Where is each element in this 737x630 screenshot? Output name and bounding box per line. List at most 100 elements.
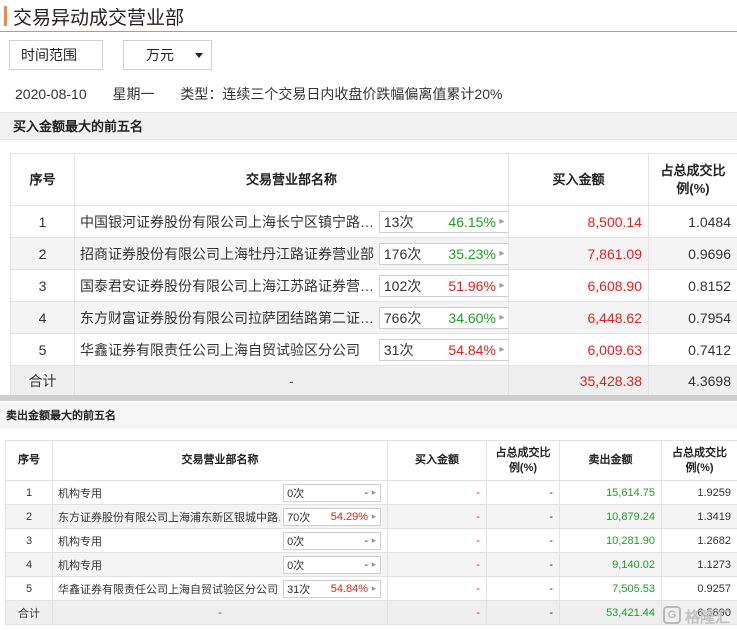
row-index: 3 — [10, 269, 75, 302]
trade-date: 2020-08-10 — [15, 86, 87, 102]
col-header-buy-amount: 买入金额 — [387, 440, 487, 481]
broker-stats-badge[interactable]: 13次 46.15% ▸ — [378, 210, 508, 233]
table-row[interactable]: 3 国泰君安证券股份有限公司上海江苏路证券营… 102次 51.96% ▸ 6,… — [10, 269, 737, 302]
broker-name[interactable]: 东方财富证券股份有限公司拉萨团结路第二证… — [80, 308, 375, 328]
row-index: 4 — [10, 301, 75, 334]
buy-ratio: 0.8152 — [648, 269, 737, 302]
chevron-right-icon: ▸ — [499, 312, 505, 323]
buy-amount: - — [387, 576, 487, 601]
table-row[interactable]: 4 机构专用 0次 - ▸ - - 9,140.02 1.1273 — [5, 552, 737, 577]
col-header-name: 交易营业部名称 — [52, 440, 388, 481]
buy-table: 序号 交易营业部名称 买入金额 占总成交比例(%) 1 中国银河证券股份有限公司… — [10, 153, 737, 396]
col-header-sell-amount: 卖出金额 — [559, 440, 662, 481]
col-header-buy-ratio: 占总成交比例(%) — [486, 440, 560, 481]
win-rate: 54.84% — [448, 341, 496, 358]
watermark-text: 格隆汇 — [685, 609, 731, 626]
sell-amount: 10,281.90 — [559, 528, 662, 553]
broker-stats-badge[interactable]: 766次 34.60% ▸ — [378, 306, 508, 329]
appearance-count: 31次 — [287, 583, 311, 596]
broker-name[interactable]: 华鑫证券有限责任公司上海自贸试验区分公司 — [58, 581, 280, 597]
sell-amount: 15,614.75 — [559, 480, 662, 505]
buy-amount: - — [387, 552, 487, 577]
win-rate: 54.84% — [330, 582, 369, 595]
table-row[interactable]: 4 东方财富证券股份有限公司拉萨团结路第二证… 766次 34.60% ▸ 6,… — [10, 301, 737, 334]
unit-select[interactable]: 万元 — [123, 40, 212, 70]
broker-stats-badge[interactable]: 31次 54.84% ▸ — [378, 338, 508, 361]
row-index: 1 — [5, 480, 53, 505]
total-buy-amount: - — [387, 600, 487, 625]
total-row: 合计 - - - 53,421.44 6.5890 — [5, 600, 737, 625]
broker-stats-badge[interactable]: 0次 - ▸ — [283, 483, 382, 502]
chevron-right-icon: ▸ — [499, 216, 505, 227]
total-buy-amount: 35,428.38 — [508, 365, 649, 396]
win-rate: 35.23% — [448, 245, 496, 262]
broker-stats-badge[interactable]: 176次 35.23% ▸ — [378, 242, 508, 265]
total-label: 合计 — [5, 600, 53, 625]
broker-name[interactable]: 中国银河证券股份有限公司上海长宁区镇宁路… — [80, 212, 375, 232]
chevron-down-icon — [195, 53, 203, 58]
appearance-count: 0次 — [287, 535, 305, 548]
broker-cell: 华鑫证券有限责任公司上海自贸试验区分公司 31次 54.84% ▸ — [52, 576, 388, 601]
buy-ratio: - — [486, 480, 560, 505]
buy-amount: 7,861.09 — [508, 237, 649, 270]
chevron-right-icon: ▸ — [371, 583, 377, 593]
col-header-idx: 序号 — [10, 153, 75, 206]
total-name: - — [74, 365, 509, 396]
col-header-name: 交易营业部名称 — [74, 153, 509, 206]
buy-amount: 8,500.14 — [508, 205, 649, 238]
broker-name[interactable]: 招商证券股份有限公司上海牡丹江路证券营业部 — [80, 244, 375, 264]
chevron-right-icon: ▸ — [499, 344, 505, 355]
broker-stats-badge[interactable]: 0次 - ▸ — [283, 555, 382, 574]
appearance-count: 0次 — [287, 487, 305, 500]
broker-name[interactable]: 国泰君安证券股份有限公司上海江苏路证券营… — [80, 276, 375, 296]
broker-stats-badge[interactable]: 31次 54.84% ▸ — [283, 579, 382, 598]
appearance-count: 176次 — [383, 245, 422, 262]
buy-ratio: - — [486, 552, 560, 577]
broker-name[interactable]: 机构专用 — [58, 533, 280, 549]
broker-stats-badge[interactable]: 0次 - ▸ — [283, 531, 382, 550]
win-rate: 54.29% — [330, 510, 369, 523]
sell-ratio: 0.9257 — [661, 576, 737, 601]
table-row[interactable]: 2 东方证券股份有限公司上海浦东新区银城中路… 70次 54.29% ▸ - -… — [5, 504, 737, 529]
anomaly-type: 类型：连续三个交易日内收盘价跌幅偏离值累计20% — [180, 86, 503, 102]
gelonghui-logo-icon: G — [663, 606, 681, 624]
broker-cell: 机构专用 0次 - ▸ — [52, 480, 388, 505]
table-row[interactable]: 2 招商证券股份有限公司上海牡丹江路证券营业部 176次 35.23% ▸ 7,… — [10, 237, 737, 270]
table-row[interactable]: 3 机构专用 0次 - ▸ - - 10,281.90 1.2682 — [5, 528, 737, 553]
col-header-idx: 序号 — [5, 440, 53, 481]
time-range-button[interactable]: 时间范围 — [9, 40, 103, 70]
broker-name[interactable]: 机构专用 — [58, 557, 280, 573]
broker-name[interactable]: 华鑫证券有限责任公司上海自贸试验区分公司 — [80, 340, 375, 360]
title-accent-bar — [4, 6, 7, 26]
appearance-count: 102次 — [383, 277, 422, 294]
row-index: 1 — [10, 205, 75, 238]
win-rate: - — [364, 486, 369, 499]
table-row[interactable]: 1 中国银河证券股份有限公司上海长宁区镇宁路… 13次 46.15% ▸ 8,5… — [10, 205, 737, 238]
win-rate: - — [364, 534, 369, 547]
table-row[interactable]: 1 机构专用 0次 - ▸ - - 15,614.75 1.9259 — [5, 480, 737, 505]
row-index: 4 — [5, 552, 53, 577]
appearance-count: 766次 — [383, 309, 422, 326]
row-index: 2 — [5, 504, 53, 529]
buy-amount: - — [387, 528, 487, 553]
row-index: 5 — [5, 576, 53, 601]
chevron-right-icon: ▸ — [499, 248, 505, 259]
appearance-count: 31次 — [383, 341, 414, 358]
broker-name[interactable]: 机构专用 — [58, 485, 280, 501]
chevron-right-icon: ▸ — [499, 280, 505, 291]
win-rate: 46.15% — [448, 213, 496, 230]
table-row[interactable]: 5 华鑫证券有限责任公司上海自贸试验区分公司 31次 54.84% ▸ 6,00… — [10, 333, 737, 366]
broker-name[interactable]: 东方证券股份有限公司上海浦东新区银城中路… — [58, 509, 280, 525]
row-index: 5 — [10, 333, 75, 366]
broker-stats-badge[interactable]: 102次 51.96% ▸ — [378, 274, 508, 297]
chevron-right-icon: ▸ — [371, 535, 377, 545]
broker-stats-badge[interactable]: 70次 54.29% ▸ — [283, 507, 382, 526]
win-rate: 51.96% — [448, 277, 496, 294]
table-header-row: 序号 交易营业部名称 买入金额 占总成交比例(%) — [10, 153, 737, 206]
buy-ratio: 0.7412 — [648, 333, 737, 366]
table-row[interactable]: 5 华鑫证券有限责任公司上海自贸试验区分公司 31次 54.84% ▸ - - … — [5, 576, 737, 601]
page-header: 交易异动成交营业部 — [0, 0, 737, 32]
sell-ratio: 1.1273 — [661, 552, 737, 577]
appearance-count: 70次 — [287, 511, 311, 524]
chevron-right-icon: ▸ — [371, 487, 377, 497]
